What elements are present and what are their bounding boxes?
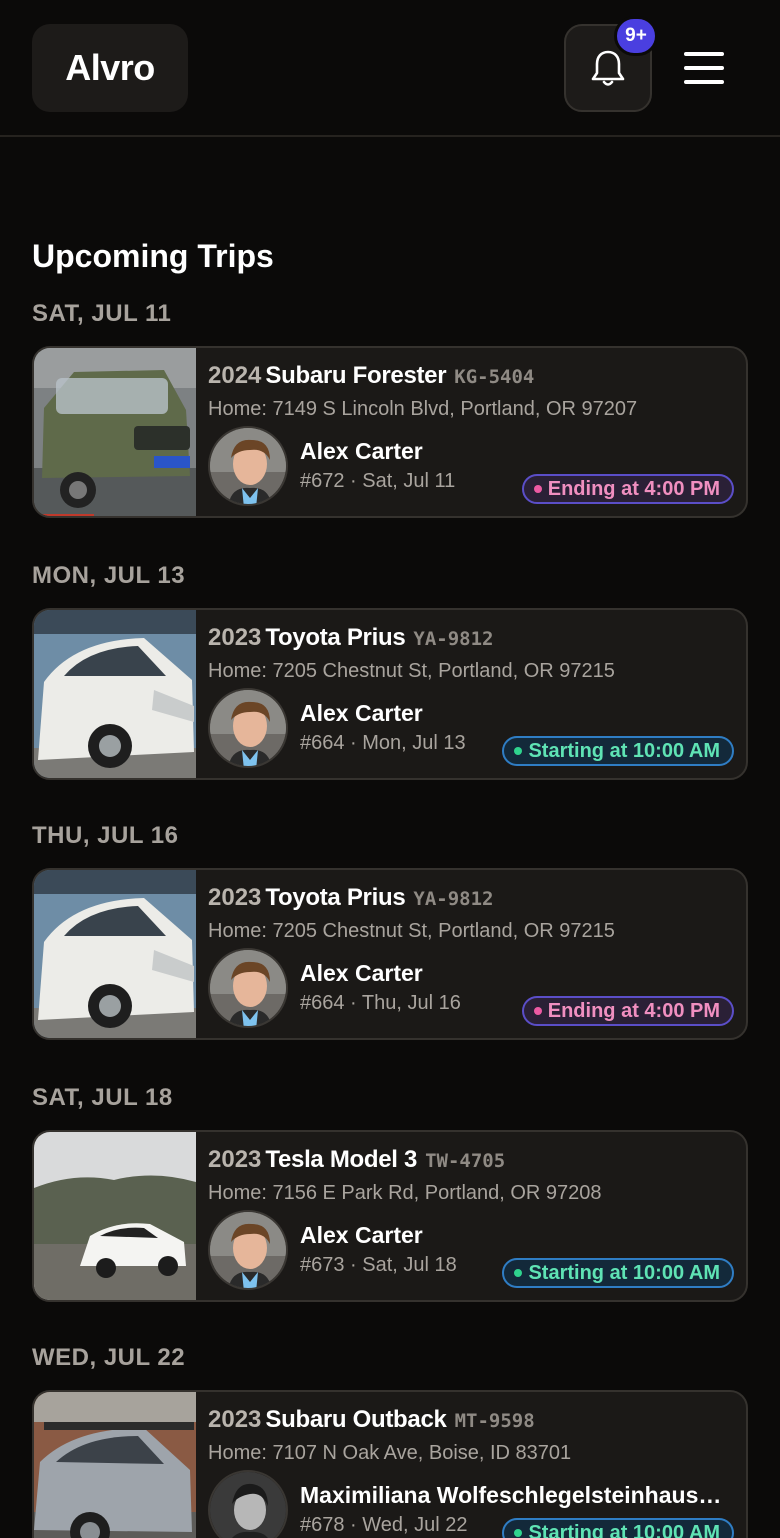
status-badge: Starting at 10:00 AM <box>502 736 734 766</box>
status-text: Starting at 10:00 AM <box>528 739 720 762</box>
notification-badge: 9+ <box>614 16 658 56</box>
car-model: Subaru Forester <box>265 362 447 389</box>
avatar[interactable] <box>208 948 288 1028</box>
day-label: SAT, JUL 18 <box>32 1084 173 1111</box>
pickup-address: Home: 7156 E Park Rd, Portland, OR 97208 <box>208 1182 602 1204</box>
app-header: Alvro 9+ <box>0 0 780 137</box>
bell-icon <box>591 50 625 86</box>
car-photo <box>34 348 196 516</box>
avatar[interactable] <box>208 688 288 768</box>
license-plate: KG-5404 <box>454 366 535 388</box>
status-badge: Starting at 10:00 AM <box>502 1518 734 1538</box>
car-model: Subaru Outback <box>265 1406 447 1433</box>
car-model: Tesla Model 3 <box>265 1146 418 1173</box>
car-year: 2024 <box>208 362 262 389</box>
day-label: WED, JUL 22 <box>32 1344 186 1371</box>
status-dot-icon <box>514 1529 523 1537</box>
car-year: 2023 <box>208 1406 262 1433</box>
car-photo <box>34 1132 196 1300</box>
trip-id-date: #664 · Mon, Jul 13 <box>300 732 466 754</box>
car-model: Toyota Prius <box>265 884 406 911</box>
avatar[interactable] <box>208 1470 288 1538</box>
license-plate: MT-9598 <box>454 1410 535 1432</box>
trip-id-date: #664 · Thu, Jul 16 <box>300 992 461 1014</box>
day-label: MON, JUL 13 <box>32 562 186 589</box>
status-dot-icon <box>514 747 523 755</box>
trip-card[interactable]: 2023 Tesla Model 3 TW-4705 Home: 7156 E Pa… <box>32 1130 748 1302</box>
license-plate: YA-9812 <box>413 628 494 650</box>
status-text: Ending at 4:00 PM <box>547 477 720 500</box>
host-name: Alex Carter <box>300 1222 423 1248</box>
host-name: Maximiliana Wolfeschlegelsteinhausenberg… <box>300 1482 730 1508</box>
status-dot-icon <box>514 1269 523 1277</box>
status-text: Starting at 10:00 AM <box>528 1521 720 1538</box>
trip-card[interactable]: 2024 Subaru Forester KG-5404 Home: 7149 S … <box>32 346 748 518</box>
trip-id-date: #678 · Wed, Jul 22 <box>300 1514 468 1536</box>
status-text: Ending at 4:00 PM <box>547 999 720 1022</box>
car-year: 2023 <box>208 624 262 651</box>
trip-id-date: #672 · Sat, Jul 11 <box>300 470 456 492</box>
page-title: Upcoming Trips <box>32 238 274 274</box>
license-plate: TW-4705 <box>425 1150 506 1172</box>
trip-id-date: #673 · Sat, Jul 18 <box>300 1254 457 1276</box>
car-photo <box>34 610 196 778</box>
trip-card[interactable]: 2023 Toyota Prius YA-9812 Home: 7205 Chest… <box>32 608 748 780</box>
day-label: SAT, JUL 11 <box>32 300 172 327</box>
status-dot-icon <box>533 485 542 493</box>
app-logo[interactable]: Alvro <box>32 24 188 112</box>
car-photo <box>34 1392 196 1538</box>
pickup-address: Home: 7205 Chestnut St, Portland, OR 972… <box>208 920 615 942</box>
host-name: Alex Carter <box>300 438 423 464</box>
status-badge: Ending at 4:00 PM <box>521 474 734 504</box>
car-photo <box>34 870 196 1038</box>
avatar[interactable] <box>208 426 288 506</box>
car-model: Toyota Prius <box>265 624 406 651</box>
car-year: 2023 <box>208 1146 262 1173</box>
status-badge: Starting at 10:00 AM <box>502 1258 734 1288</box>
day-label: THU, JUL 16 <box>32 822 179 849</box>
trip-card[interactable]: 2023 Toyota Prius YA-9812 Home: 7205 Chest… <box>32 868 748 1040</box>
status-dot-icon <box>533 1007 542 1015</box>
status-badge: Ending at 4:00 PM <box>521 996 734 1026</box>
status-text: Starting at 10:00 AM <box>528 1261 720 1284</box>
trip-card[interactable]: 2023 Subaru Outback MT-9598 Home: 7107 N O… <box>32 1390 748 1538</box>
pickup-address: Home: 7149 S Lincoln Blvd, Portland, OR … <box>208 398 638 420</box>
host-name: Alex Carter <box>300 960 423 986</box>
license-plate: YA-9812 <box>413 888 494 910</box>
pickup-address: Home: 7205 Chestnut St, Portland, OR 972… <box>208 660 615 682</box>
car-year: 2023 <box>208 884 262 911</box>
hamburger-menu-icon[interactable] <box>684 52 724 84</box>
host-name: Alex Carter <box>300 700 423 726</box>
avatar[interactable] <box>208 1210 288 1290</box>
pickup-address: Home: 7107 N Oak Ave, Boise, ID 83701 <box>208 1442 572 1464</box>
